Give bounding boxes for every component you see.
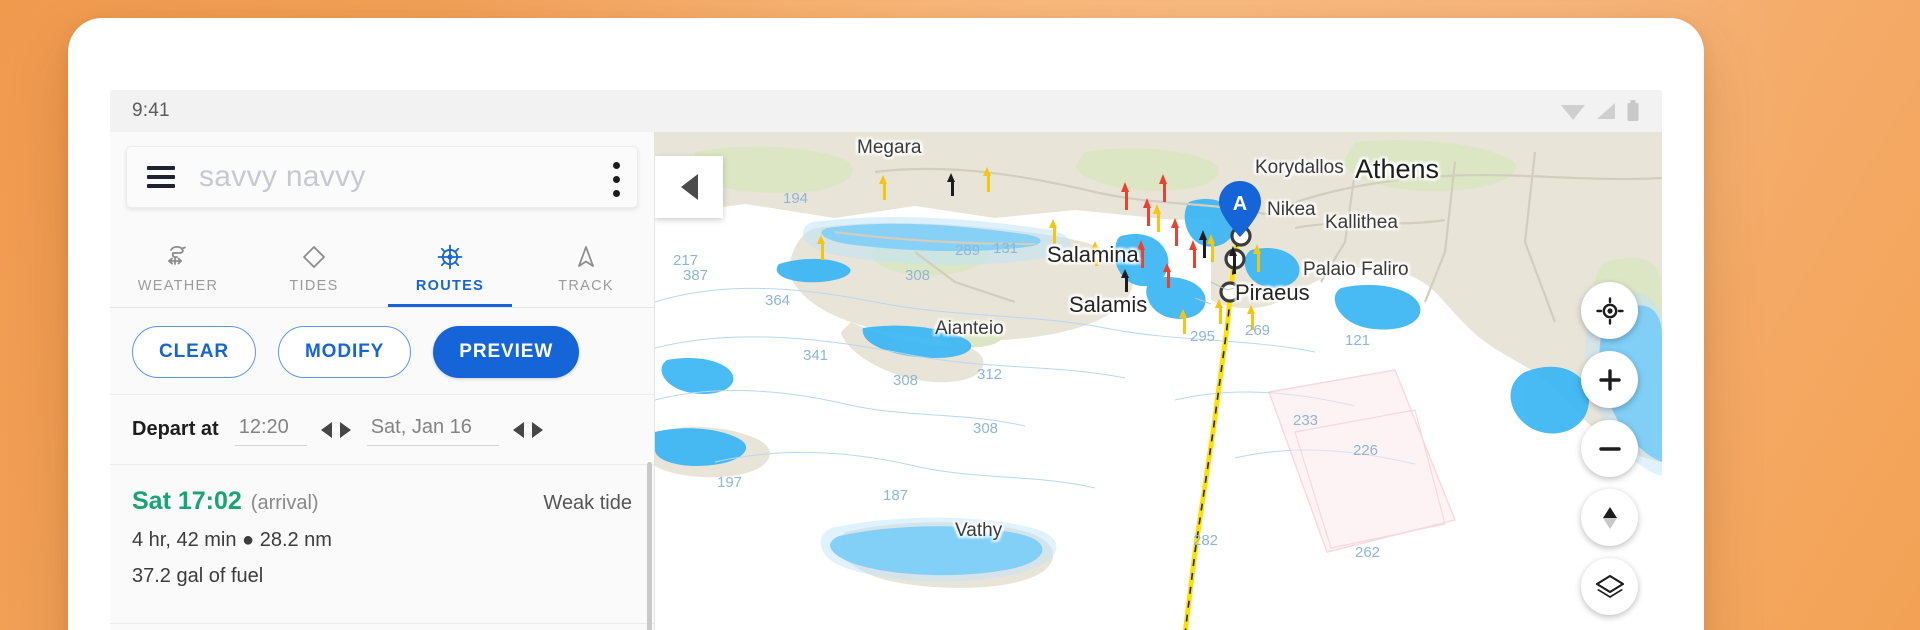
status-bar-clock: 9:41 xyxy=(132,100,170,121)
preview-button[interactable]: PREVIEW xyxy=(433,325,580,378)
fuel-estimate: 37.2 gal of fuel xyxy=(132,565,264,587)
route-summary[interactable]: Sat 17:02 (arrival) Weak tide 4 hr, 42 m… xyxy=(110,465,654,624)
panel-scrollbar[interactable] xyxy=(647,462,652,630)
triangle-right-icon[interactable] xyxy=(531,421,543,438)
tab-tides[interactable]: TIDES xyxy=(246,228,382,307)
depart-at-row: Depart at 12:20 Sat, Jan 16 xyxy=(110,395,654,465)
collapse-panel-button[interactable] xyxy=(655,156,723,218)
ships-wheel-icon xyxy=(435,242,465,272)
navigation-arrow-icon xyxy=(571,242,601,272)
nautical-chart-map[interactable]: 217 194 131 308 289 387 364 341 308 312 … xyxy=(655,132,1662,630)
tide-status: Weak tide xyxy=(543,492,632,514)
app-brand-title: savvy navvy xyxy=(199,160,366,193)
tablet-device-frame: 9:41 savvy navvy WEATHER TIDES ROUTES TR… xyxy=(68,18,1704,630)
map-canvas xyxy=(655,132,1662,630)
status-bar: 9:41 xyxy=(110,90,1662,132)
compass-tilt-button[interactable] xyxy=(1581,489,1638,546)
arrival-note: (arrival) xyxy=(250,492,319,514)
depart-date-input[interactable]: Sat, Jan 16 xyxy=(366,414,499,446)
search-bar[interactable]: savvy navvy xyxy=(126,146,638,208)
diamond-tide-icon xyxy=(299,242,329,272)
zoom-in-button[interactable] xyxy=(1581,351,1638,408)
status-bar-indicators xyxy=(1560,100,1640,122)
depart-time-input[interactable]: 12:20 xyxy=(234,414,307,446)
triangle-left-icon[interactable] xyxy=(320,421,332,438)
route-planning-panel: savvy navvy WEATHER TIDES ROUTES TRACK C… xyxy=(110,132,655,630)
tab-weather[interactable]: WEATHER xyxy=(110,228,246,307)
route-marker-a-label: A xyxy=(1233,193,1247,215)
zoom-out-button[interactable] xyxy=(1581,420,1638,477)
cellular-signal-icon xyxy=(1597,103,1615,119)
map-controls xyxy=(1581,282,1638,615)
tab-routes[interactable]: ROUTES xyxy=(382,228,518,307)
route-marker-a[interactable]: A xyxy=(1217,180,1263,238)
depart-time-stepper[interactable] xyxy=(320,421,351,438)
tab-label-track: TRACK xyxy=(558,277,614,294)
compass-needle-icon xyxy=(1602,506,1617,529)
clear-button[interactable]: CLEAR xyxy=(132,325,256,378)
route-summary-header: Sat 17:02 (arrival) Weak tide xyxy=(132,487,632,516)
depart-at-label: Depart at xyxy=(132,418,219,440)
triangle-left-icon[interactable] xyxy=(512,421,524,438)
hamburger-menu-icon[interactable] xyxy=(147,166,175,188)
wind-vane-icon xyxy=(163,242,193,272)
gps-crosshair-icon xyxy=(1595,296,1624,325)
tablet-screen: 9:41 savvy navvy WEATHER TIDES ROUTES TR… xyxy=(110,90,1662,630)
layers-stack-icon xyxy=(1595,574,1624,598)
duration-distance: 4 hr, 42 min ● 28.2 nm xyxy=(132,529,332,551)
battery-icon xyxy=(1627,100,1639,121)
minus-icon xyxy=(1598,446,1621,451)
kebab-menu-icon[interactable] xyxy=(613,162,620,197)
modify-button[interactable]: MODIFY xyxy=(277,325,412,378)
plus-icon xyxy=(1598,368,1621,391)
depart-date-stepper[interactable] xyxy=(512,421,543,438)
collapse-panel-arrow-icon xyxy=(680,174,698,200)
arrival-time: Sat 17:02 xyxy=(132,487,242,515)
tab-track[interactable]: TRACK xyxy=(518,228,654,307)
map-layers-button[interactable] xyxy=(1581,558,1638,615)
route-action-buttons: CLEAR MODIFY PREVIEW xyxy=(110,309,654,395)
wifi-icon xyxy=(1561,105,1585,120)
tab-label-routes: ROUTES xyxy=(415,277,485,294)
main-tab-bar: WEATHER TIDES ROUTES TRACK xyxy=(110,228,654,308)
tab-label-weather: WEATHER xyxy=(137,277,219,294)
list-divider xyxy=(110,623,654,624)
triangle-right-icon[interactable] xyxy=(339,421,351,438)
tab-label-tides: TIDES xyxy=(289,277,339,294)
locate-me-button[interactable] xyxy=(1581,282,1638,339)
